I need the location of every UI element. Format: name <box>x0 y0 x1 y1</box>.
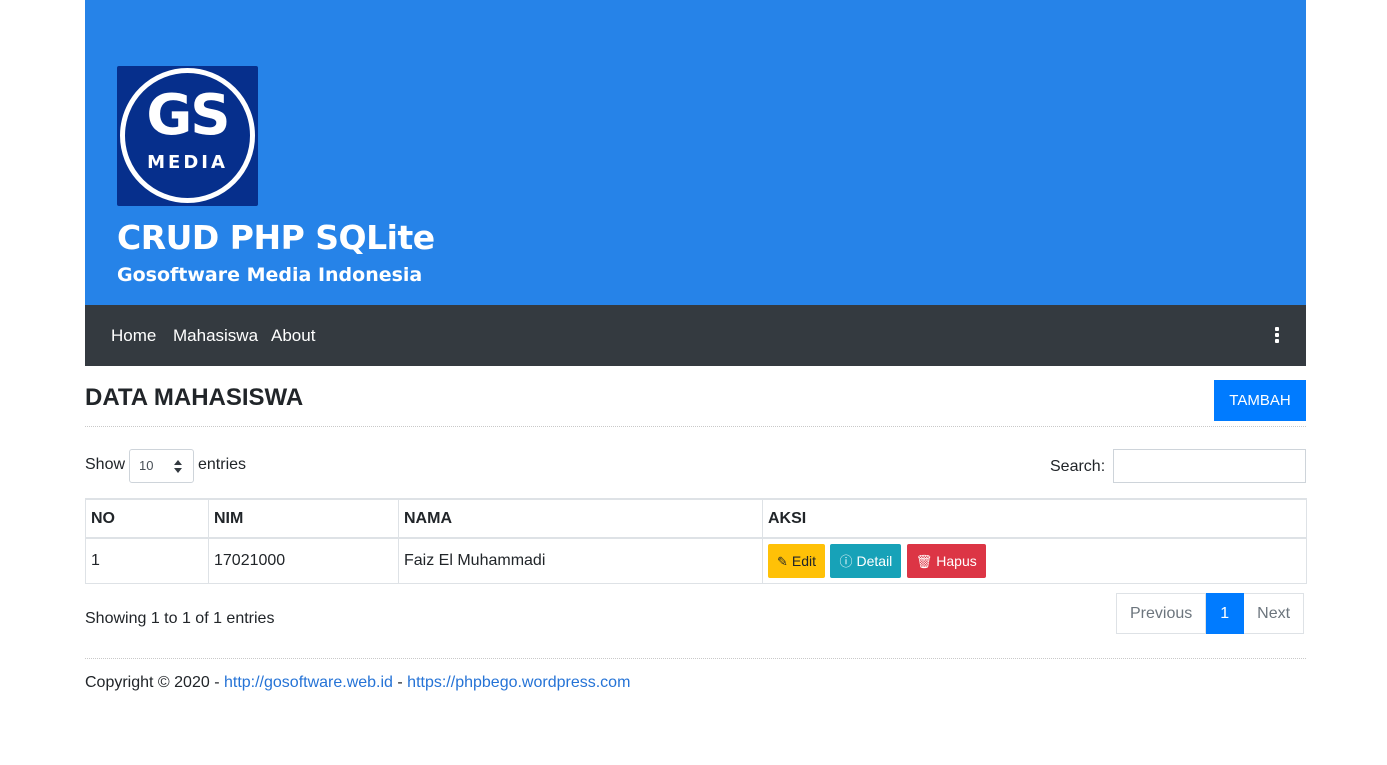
nav-about[interactable]: About <box>271 325 315 347</box>
pagination-previous[interactable]: Previous <box>1116 593 1207 634</box>
logo-subtext: MEDIA <box>147 152 228 173</box>
pagination-page-1[interactable]: 1 <box>1206 593 1245 634</box>
page-title: DATA MAHASISWA <box>85 384 304 411</box>
data-table: NO NIM NAMA AKSI 1 17021000 Faiz El Muha… <box>85 498 1307 584</box>
header-no[interactable]: NO <box>85 498 209 539</box>
search-label: Search: <box>1050 458 1106 475</box>
entries-label: entries <box>198 456 247 473</box>
footer: Copyright © 2020 - http://gosoftware.web… <box>85 673 630 693</box>
pagination-next[interactable]: Next <box>1244 593 1305 634</box>
table-header-row: NO NIM NAMA AKSI <box>85 498 1307 539</box>
brand-title: CRUD PHP SQLite <box>117 218 435 257</box>
table-row: 1 17021000 Faiz El Muhammadi ✎ Edit ⓘ Deta… <box>85 537 1307 584</box>
search-input[interactable] <box>1113 449 1306 483</box>
detail-button[interactable]: ⓘ Detail <box>830 543 902 578</box>
kebab-vertical-icon[interactable] <box>1271 327 1283 343</box>
footer-link-phpbego[interactable]: https://phpbego.wordpress.com <box>407 674 630 691</box>
gs-media-logo: GS MEDIA <box>117 66 258 206</box>
info-icon: ⓘ <box>839 553 853 569</box>
edit-label: Edit <box>791 552 817 569</box>
edit-icon: ✎ <box>777 553 788 569</box>
header-nim[interactable]: NIM <box>208 498 399 539</box>
entries-select[interactable]: 10 <box>129 449 194 483</box>
navbar: Home Mahasiswa About <box>85 305 1306 366</box>
select-arrows-icon <box>174 460 182 474</box>
cell-nim: 17021000 <box>208 537 399 584</box>
divider <box>85 426 1306 427</box>
footer-link-gosoftware[interactable]: http://gosoftware.web.id <box>224 674 393 691</box>
nav-home[interactable]: Home <box>111 325 156 347</box>
show-label: Show <box>85 456 126 473</box>
trash-icon: 🗑 <box>915 553 933 569</box>
cell-no: 1 <box>85 537 209 584</box>
table-info: Showing 1 to 1 of 1 entries <box>85 610 275 627</box>
entries-value: 10 <box>139 458 154 473</box>
cell-nama: Faiz El Muhammadi <box>398 537 763 584</box>
header-banner: GS MEDIA CRUD PHP SQLite Gosoftware Medi… <box>85 0 1306 305</box>
footer-separator: - <box>392 674 408 691</box>
delete-button[interactable]: 🗑 Hapus <box>906 543 986 578</box>
pagination: Previous 1 Next <box>1116 593 1305 634</box>
footer-copyright: Copyright © 2020 - <box>85 674 224 691</box>
header-nama[interactable]: NAMA <box>398 498 763 539</box>
header-aksi[interactable]: AKSI <box>762 498 1307 539</box>
brand-subtitle: Gosoftware Media Indonesia <box>117 264 423 286</box>
logo-text: GS <box>146 83 230 148</box>
footer-divider <box>85 658 1306 659</box>
nav-mahasiswa[interactable]: Mahasiswa <box>173 325 258 347</box>
add-button[interactable]: TAMBAH <box>1214 380 1306 421</box>
detail-label: Detail <box>856 552 893 569</box>
delete-label: Hapus <box>936 552 977 569</box>
cell-aksi: ✎ Edit ⓘ Detail 🗑 Hapus <box>762 537 1307 584</box>
edit-button[interactable]: ✎ Edit <box>768 543 826 578</box>
